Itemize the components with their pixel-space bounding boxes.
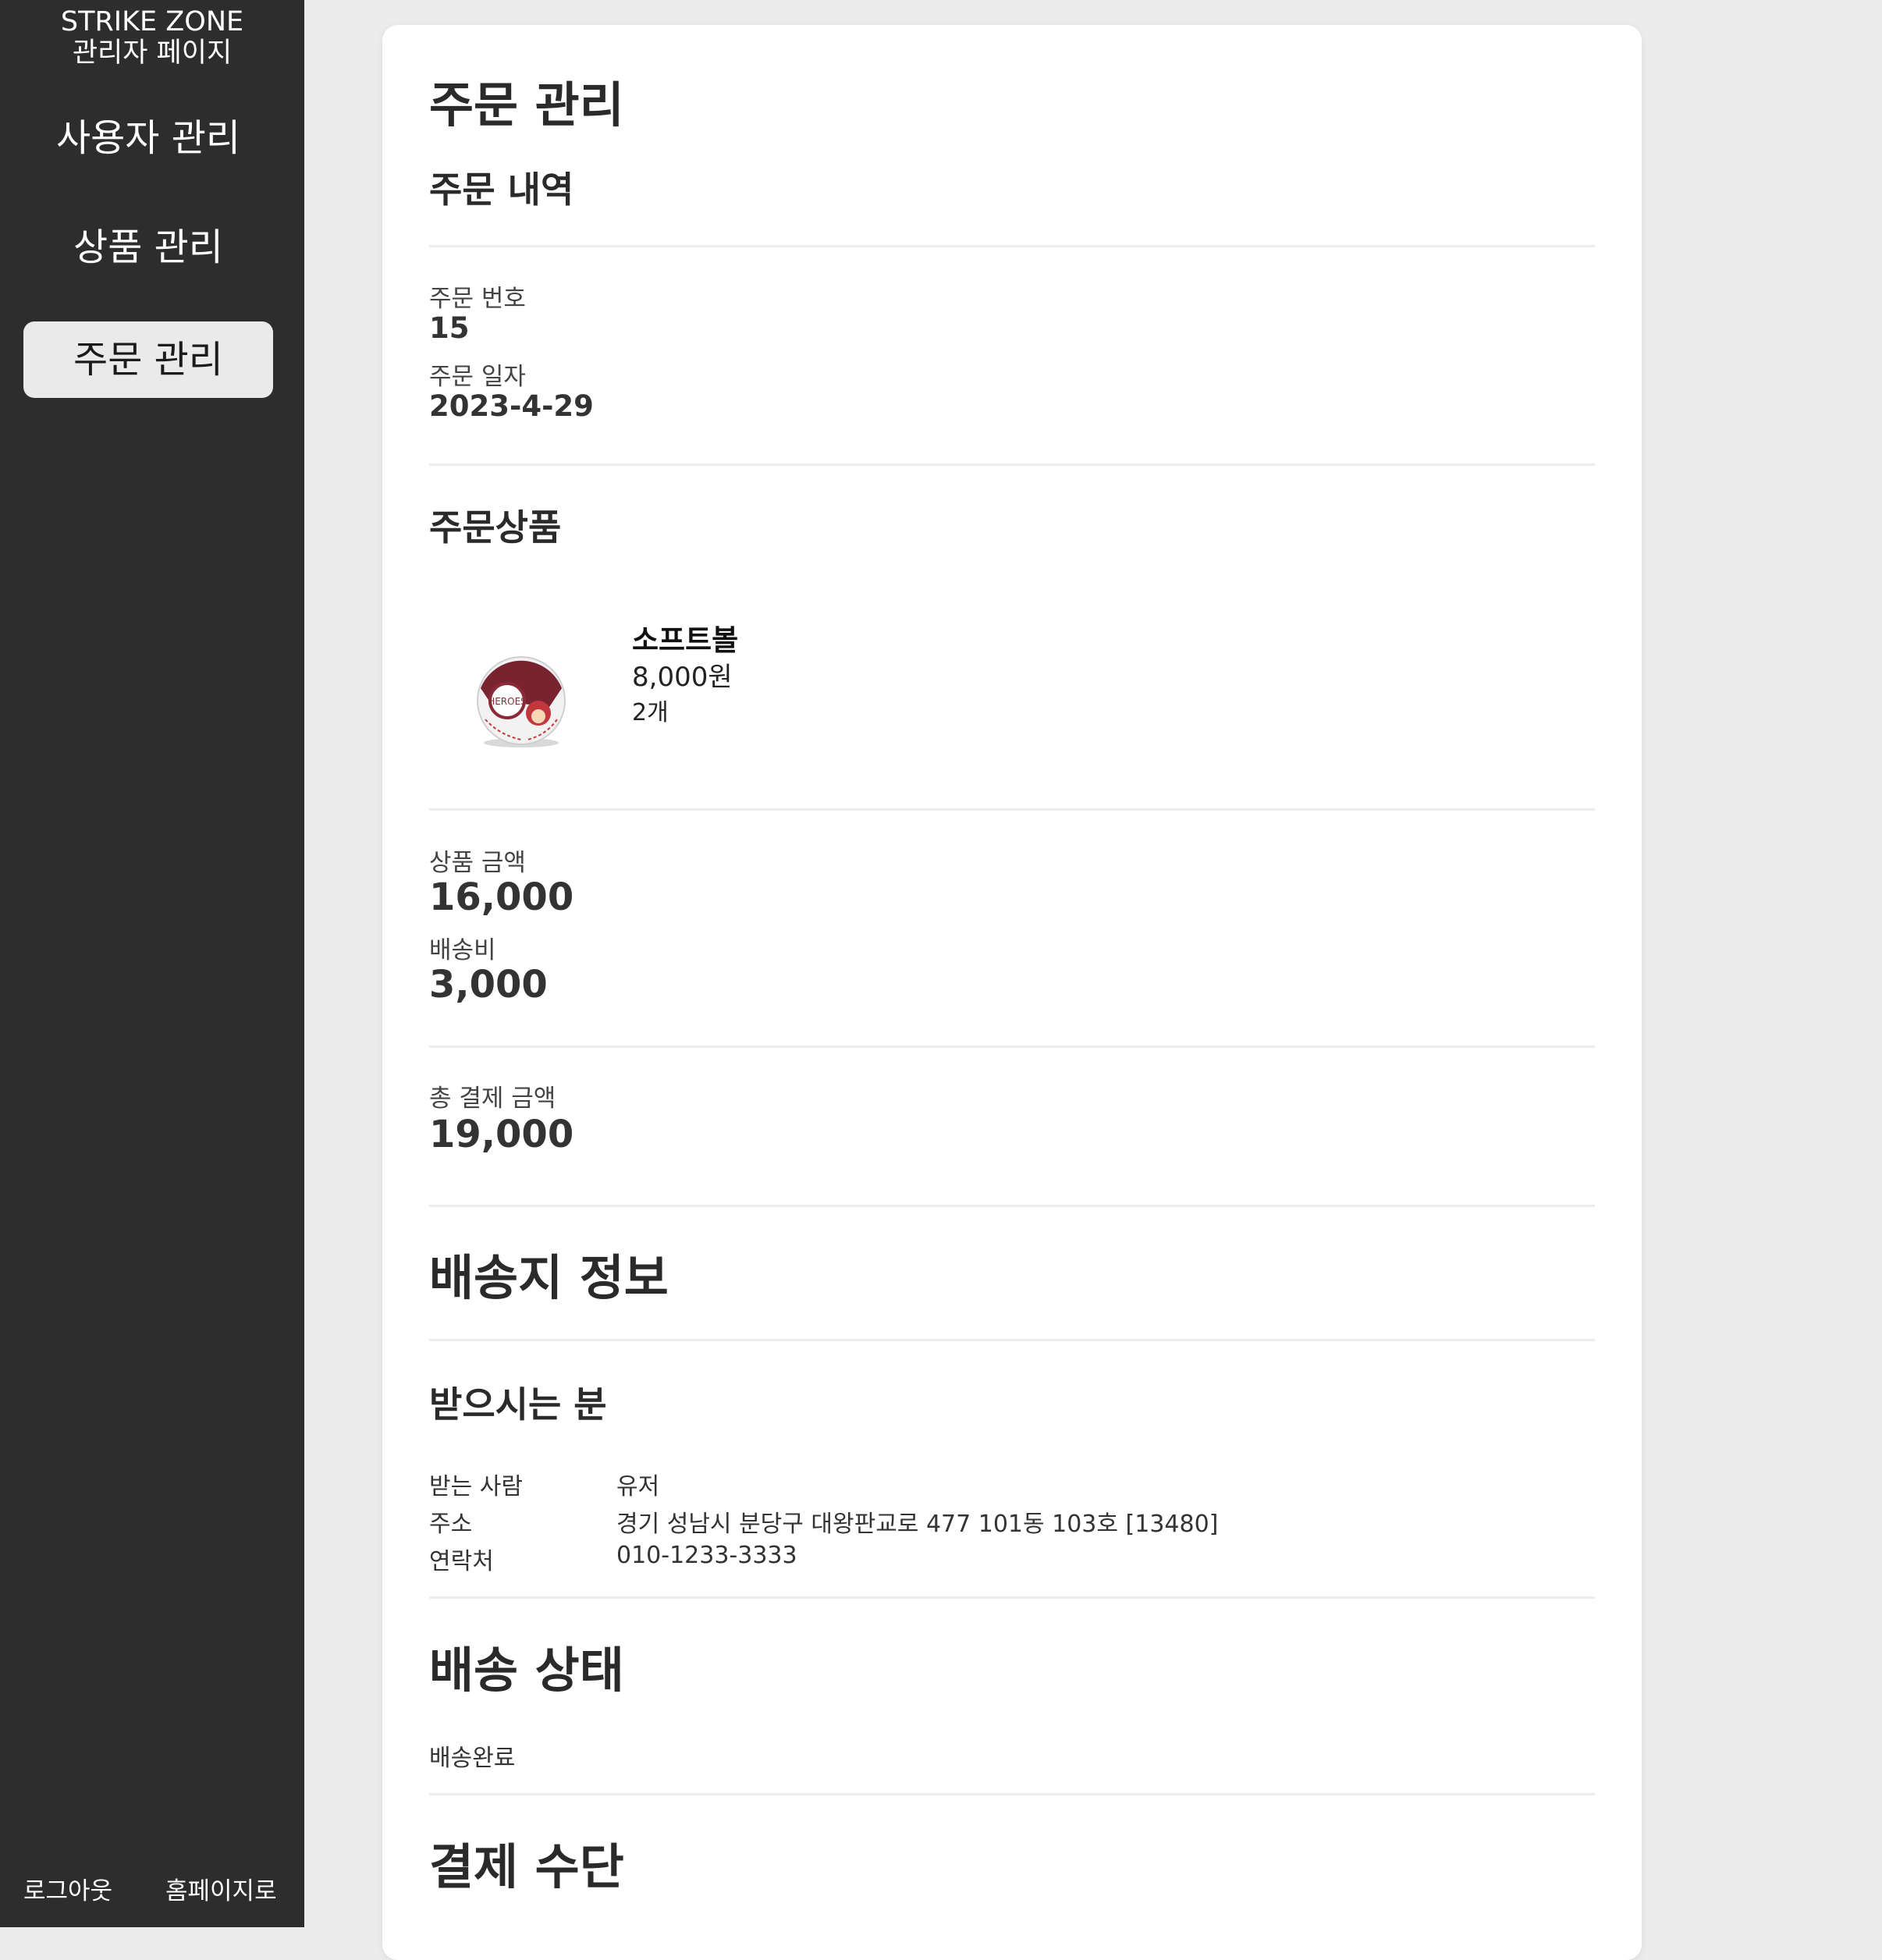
page-title: 주문 관리 [429, 76, 624, 133]
sidebar-item-users[interactable]: 사용자 관리 [23, 100, 273, 176]
order-date-label: 주문 일자 [429, 363, 526, 391]
homepage-link[interactable]: 홈페이지로 [165, 1871, 277, 1906]
product-amount-label: 상품 금액 [429, 849, 526, 877]
delivery-status-title: 배송 상태 [429, 1642, 624, 1699]
svg-text:HEROES: HEROES [488, 696, 527, 707]
address-value: 경기 성남시 분당구 대왕판교로 477 101동 103호 [13480] [616, 1511, 1219, 1538]
order-history-title: 주문 내역 [429, 169, 574, 211]
address-label: 주소 [429, 1511, 473, 1538]
logout-link[interactable]: 로그아웃 [23, 1871, 112, 1906]
shipping-info-title: 배송지 정보 [429, 1249, 669, 1306]
total-label: 총 결제 금액 [429, 1085, 556, 1113]
shipping-fee-value: 3,000 [429, 963, 548, 1007]
ordered-items-title: 주문상품 [429, 506, 562, 549]
recipient-name-label: 받는 사람 [429, 1473, 523, 1500]
order-number-label: 주문 번호 [429, 285, 526, 313]
phone-label: 연락처 [429, 1548, 494, 1575]
divider [429, 808, 1595, 811]
payment-method-title: 결제 수단 [429, 1838, 624, 1895]
product-quantity: 2개 [632, 699, 669, 726]
phone-value: 010-1233-3333 [616, 1542, 797, 1569]
divider [429, 1339, 1595, 1341]
brand-line-2: 관리자 페이지 [72, 37, 233, 69]
sidebar-item-orders[interactable]: 주문 관리 [23, 321, 273, 398]
product-price: 8,000원 [632, 662, 733, 693]
order-date-value: 2023-4-29 [429, 389, 594, 423]
product-name: 소프트볼 [632, 623, 739, 657]
brand: STRIKE ZONE 관리자 페이지 [0, 6, 304, 69]
order-number-value: 15 [429, 311, 470, 345]
divider [429, 463, 1595, 466]
order-detail-card: 주문 관리 주문 내역 주문 번호 15 주문 일자 2023-4-29 주문상… [382, 25, 1642, 1960]
divider [429, 1205, 1595, 1207]
divider [429, 245, 1595, 247]
divider [429, 1596, 1595, 1599]
shipping-fee-label: 배송비 [429, 936, 496, 964]
softball-image: HEROES [429, 626, 593, 766]
brand-line-1: STRIKE ZONE [60, 6, 244, 37]
sidebar: STRIKE ZONE 관리자 페이지 사용자 관리 상품 관리 주문 관리 로… [0, 0, 304, 1927]
recipient-title: 받으시는 분 [429, 1383, 607, 1426]
recipient-name-value: 유저 [616, 1473, 660, 1500]
sidebar-item-products[interactable]: 상품 관리 [23, 209, 273, 286]
divider [429, 1046, 1595, 1048]
divider [429, 1793, 1595, 1795]
delivery-status-value: 배송완료 [429, 1745, 516, 1772]
product-amount-value: 16,000 [429, 875, 574, 919]
total-value: 19,000 [429, 1113, 574, 1156]
